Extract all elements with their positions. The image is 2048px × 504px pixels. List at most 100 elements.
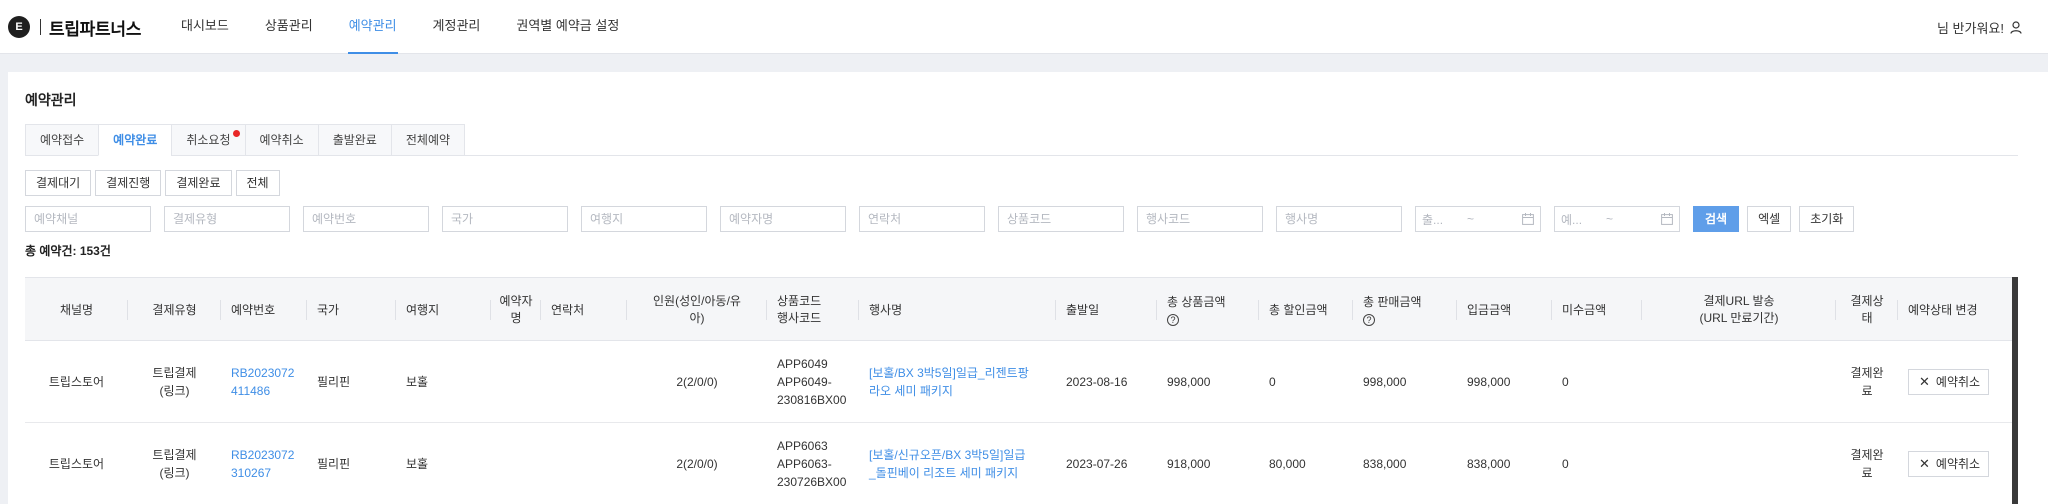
user-welcome[interactable]: 님 반가워요! bbox=[1937, 0, 2022, 54]
tab-departed[interactable]: 출발완료 bbox=[317, 124, 391, 156]
menu-products[interactable]: 상품관리 bbox=[264, 0, 314, 54]
cell-event-name[interactable]: [보홀/BX 3박5일]일급_리젠트팡 라오 세미 패키지 bbox=[859, 341, 1056, 423]
col-codes-line1: 상품코드 bbox=[777, 294, 822, 308]
reset-button[interactable]: 초기화 bbox=[1799, 206, 1855, 232]
col-discount: 총 할인금액 bbox=[1259, 278, 1353, 342]
col-sale-price: 총 판매금액? bbox=[1353, 278, 1457, 342]
cell-unpaid: 0 bbox=[1562, 457, 1569, 471]
menu-regional-deposit[interactable]: 권역별 예약금 설정 bbox=[515, 0, 620, 54]
col-total-price: 총 상품금액? bbox=[1157, 278, 1259, 342]
tab-all[interactable]: 전체예약 bbox=[390, 124, 466, 156]
payment-type-input[interactable] bbox=[164, 206, 290, 232]
booker-name-input[interactable] bbox=[720, 206, 846, 232]
country-input[interactable] bbox=[442, 206, 568, 232]
reservation-panel: 예약관리 예약접수 예약완료 취소요청 예약취소 출발완료 전체예약 결제대기 … bbox=[8, 72, 2048, 504]
table-header: 채널명 결제유형 예약번호 국가 여행지 예약자 명 연락처 인원(성인/아동/유… bbox=[25, 277, 2018, 341]
channel-input[interactable] bbox=[25, 206, 151, 232]
col-booker-line1: 예약자 bbox=[499, 294, 533, 308]
col-codes: 상품코드행사코드 bbox=[767, 278, 859, 342]
excel-button[interactable]: 엑셀 bbox=[1747, 206, 1792, 232]
top-navigation: E 트립파트너스 대시보드 상품관리 예약관리 계정관리 권역별 예약금 설정 … bbox=[0, 0, 2048, 54]
brand-name: 트립파트너스 bbox=[49, 19, 142, 39]
col-unpaid: 미수금액 bbox=[1552, 278, 1642, 342]
col-event-name: 행사명 bbox=[859, 278, 1056, 342]
question-circle-icon[interactable]: ? bbox=[1363, 314, 1375, 326]
cell-payment-status-text: 결제완 료 bbox=[1850, 448, 1884, 480]
filter-payment-pending[interactable]: 결제대기 bbox=[25, 170, 92, 196]
product-code-input[interactable] bbox=[998, 206, 1124, 232]
filter-payment-all[interactable]: 전체 bbox=[235, 170, 280, 196]
event-name-link[interactable]: [보홀/BX 3박5일]일급_리젠트팡 라오 세미 패키지 bbox=[869, 364, 1029, 400]
event-name-input[interactable] bbox=[1276, 206, 1402, 232]
cell-payment-type: 트립결제 (링크) bbox=[128, 341, 221, 423]
cell-unpaid: 0 bbox=[1562, 375, 1569, 389]
calendar-icon bbox=[1522, 213, 1534, 225]
col-payment-type: 결제유형 bbox=[128, 278, 221, 342]
menu-dashboard[interactable]: 대시보드 bbox=[180, 0, 230, 54]
cell-sale-price: 998,000 bbox=[1363, 375, 1407, 389]
cell-channel: 트립스토어 bbox=[48, 375, 105, 389]
event-code-input[interactable] bbox=[1137, 206, 1263, 232]
question-circle-icon[interactable]: ? bbox=[1167, 314, 1179, 326]
col-sale-price-label: 총 판매금액 bbox=[1363, 295, 1422, 309]
menu-reservations[interactable]: 예약관리 bbox=[347, 0, 398, 54]
filter-payment-in-progress[interactable]: 결제진행 bbox=[95, 170, 162, 196]
reservation-date-range[interactable]: 예... ~ bbox=[1554, 206, 1680, 232]
departure-date-range[interactable]: 출... ~ bbox=[1415, 206, 1541, 232]
event-name-link[interactable]: [보홀/신규오픈/BX 3박5일]일급 _돌핀베이 리조트 세미 패키지 bbox=[869, 446, 1025, 482]
cell-discount: 80,000 bbox=[1269, 457, 1306, 471]
cell-event-name[interactable]: [보홀/신규오픈/BX 3박5일]일급 _돌핀베이 리조트 세미 패키지 bbox=[859, 423, 1056, 504]
col-payment-url-line1: 결제URL 발송 bbox=[1703, 294, 1775, 308]
cell-booker bbox=[491, 423, 541, 504]
reservation-number-link[interactable]: RB2023072 411486 bbox=[231, 364, 294, 400]
tab-received[interactable]: 예약접수 bbox=[25, 124, 99, 156]
reservation-number-link[interactable]: RB2023072 310267 bbox=[231, 446, 294, 482]
date-start: 출... bbox=[1422, 212, 1444, 227]
col-payment-url: 결제URL 발송 (URL 만료기간) bbox=[1642, 278, 1836, 342]
cell-deposit: 838,000 bbox=[1467, 457, 1511, 471]
tab-label: 예약접수 bbox=[40, 133, 85, 147]
cell-discount: 0 bbox=[1269, 375, 1276, 389]
payment-filter-group: 결제대기 결제진행 결제완료 전체 bbox=[25, 170, 284, 196]
filter-payment-complete[interactable]: 결제완료 bbox=[165, 170, 232, 196]
table-scrollbar[interactable] bbox=[2012, 277, 2018, 504]
cell-payment-type-text: 트립결제 (링크) bbox=[152, 366, 197, 398]
reservation-number-input[interactable] bbox=[303, 206, 429, 232]
cell-country: 필리핀 bbox=[317, 457, 351, 471]
col-people-line2: 아) bbox=[689, 311, 705, 325]
tab-label: 예약완료 bbox=[113, 133, 158, 147]
cell-status-change: ✕ 예약취소 bbox=[1898, 341, 2018, 423]
col-payment-url-line2: (URL 만료기간) bbox=[1699, 311, 1779, 325]
cell-payment-url bbox=[1642, 423, 1836, 504]
tab-cancelled[interactable]: 예약취소 bbox=[244, 124, 318, 156]
cancel-reservation-button[interactable]: ✕ 예약취소 bbox=[1908, 451, 1990, 477]
tab-cancel-request[interactable]: 취소요청 bbox=[171, 124, 245, 156]
tab-confirmed[interactable]: 예약완료 bbox=[98, 124, 172, 156]
notification-dot bbox=[232, 130, 240, 137]
col-codes-line2: 행사코드 bbox=[777, 311, 822, 325]
contact-input[interactable] bbox=[859, 206, 985, 232]
cell-deposit: 998,000 bbox=[1467, 375, 1511, 389]
date-separator: ~ bbox=[1467, 212, 1475, 226]
col-total-price-label: 총 상품금액 bbox=[1167, 295, 1226, 309]
col-booker-line2: 명 bbox=[510, 311, 522, 325]
cell-sale-price: 838,000 bbox=[1363, 457, 1407, 471]
cell-reservation-number[interactable]: RB2023072 411486 bbox=[221, 341, 307, 423]
cancel-label: 예약취소 bbox=[1935, 375, 1981, 389]
cell-reservation-number[interactable]: RB2023072 310267 bbox=[221, 423, 307, 504]
logo-mark: E bbox=[8, 16, 30, 38]
date-separator: ~ bbox=[1606, 212, 1614, 226]
destination-input[interactable] bbox=[581, 206, 707, 232]
cell-payment-status: 결제완 료 bbox=[1836, 423, 1898, 504]
brand-logo[interactable]: E 트립파트너스 bbox=[8, 14, 141, 40]
search-button[interactable]: 검색 bbox=[1693, 206, 1740, 232]
col-contact: 연락처 bbox=[541, 278, 627, 342]
cancel-label: 예약취소 bbox=[1935, 457, 1981, 471]
col-channel: 채널명 bbox=[25, 278, 128, 342]
cell-people: 2(2/0/0) bbox=[676, 375, 718, 389]
calendar-icon bbox=[1661, 213, 1673, 225]
cell-codes: APP6049 APP6049- 230816BX00 bbox=[767, 341, 859, 423]
menu-accounts[interactable]: 계정관리 bbox=[432, 0, 482, 54]
cancel-reservation-button[interactable]: ✕ 예약취소 bbox=[1908, 369, 1990, 395]
cell-payment-url bbox=[1642, 341, 1836, 423]
